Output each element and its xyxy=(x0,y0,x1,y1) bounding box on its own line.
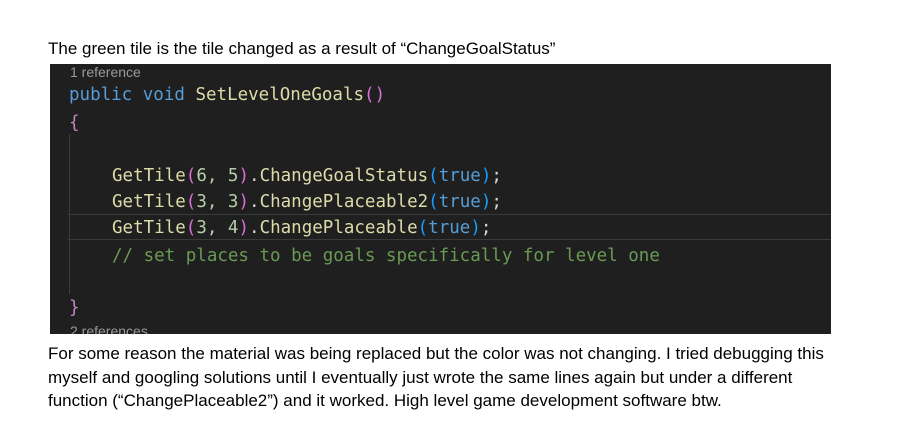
call-args: 3, 3 xyxy=(196,192,239,212)
call-method: ChangePlaceable2 xyxy=(259,192,429,212)
call-arg: true xyxy=(438,166,481,186)
call-args: 3, 4 xyxy=(196,218,239,238)
call-function: GetTile xyxy=(112,166,186,186)
caption-text: The green tile is the tile changed as a … xyxy=(48,39,556,58)
method-name: SetLevelOneGoals xyxy=(195,85,365,105)
code-line-call-1: GetTile(6, 5).ChangeGoalStatus(true); xyxy=(112,166,502,186)
close-brace: } xyxy=(69,298,80,318)
call-function: GetTile xyxy=(112,192,186,212)
code-line-call-3: GetTile(3, 4).ChangePlaceable(true); xyxy=(112,218,492,238)
explanation-paragraph: For some reason the material was being r… xyxy=(48,344,824,410)
call-args: 6, 5 xyxy=(196,166,239,186)
open-brace: { xyxy=(69,113,80,133)
keyword-public: public xyxy=(69,85,133,105)
codelens-references[interactable]: 1 reference xyxy=(70,64,141,80)
call-method: ChangePlaceable xyxy=(259,218,418,238)
call-function: GetTile xyxy=(112,218,186,238)
method-signature-line: public void SetLevelOneGoals() xyxy=(69,84,385,106)
keyword-void: void xyxy=(142,85,185,105)
code-screenshot: 1 reference public void SetLevelOneGoals… xyxy=(50,64,831,334)
call-arg: true xyxy=(428,218,471,238)
codelens-references-next[interactable]: 2 references xyxy=(70,323,148,334)
code-comment: // set places to be goals specifically f… xyxy=(112,246,660,266)
code-line-call-2: GetTile(3, 3).ChangePlaceable2(true); xyxy=(112,192,502,212)
call-method: ChangeGoalStatus xyxy=(259,166,429,186)
call-arg: true xyxy=(438,192,481,212)
method-parens: () xyxy=(364,85,386,105)
